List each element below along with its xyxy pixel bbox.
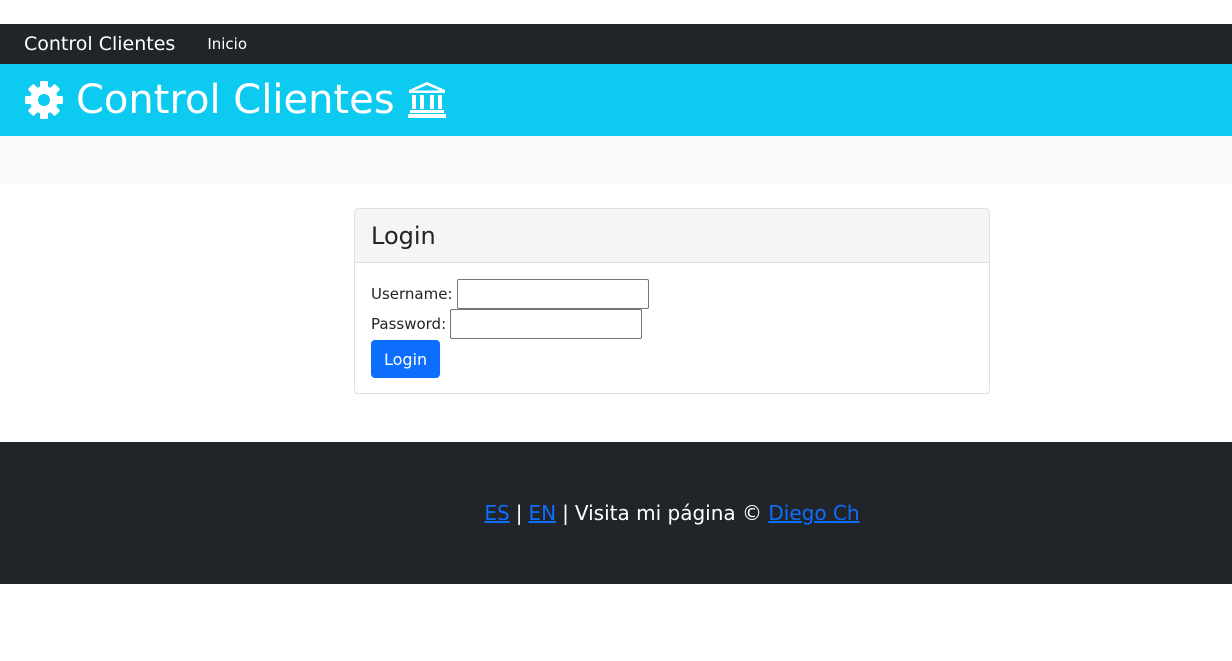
gear-icon: [24, 80, 64, 120]
page-header: Control Clientes: [0, 64, 1232, 136]
password-label: Password:: [371, 315, 447, 333]
login-card-header: Login: [355, 209, 989, 263]
username-row: Username:: [371, 279, 973, 309]
footer: ES | EN | Visita mi página © Diego Ch: [0, 442, 1232, 584]
nav-link-inicio[interactable]: Inicio: [207, 35, 247, 53]
username-input[interactable]: [456, 279, 649, 309]
bottom-spacer: [0, 584, 1232, 661]
login-card-body: Username: Password: Login: [355, 263, 989, 378]
footer-text: ES | EN | Visita mi página © Diego Ch: [484, 501, 859, 525]
login-button[interactable]: Login: [371, 340, 441, 378]
login-form: Username: Password: Login: [371, 279, 973, 378]
bank-icon: [407, 81, 447, 119]
footer-separator: |: [562, 501, 569, 525]
language-en-link[interactable]: EN: [529, 501, 557, 525]
footer-visit-text: Visita mi página ©: [574, 501, 762, 525]
navbar-brand-link[interactable]: Control Clientes: [24, 33, 175, 55]
password-input[interactable]: [450, 309, 643, 339]
page-title: Control Clientes: [76, 77, 395, 123]
password-row: Password:: [371, 309, 973, 339]
main-content: Login Username: Password: Login: [0, 184, 1232, 442]
top-spacer: [0, 0, 1232, 24]
login-card: Login Username: Password: Login: [354, 208, 990, 394]
language-es-link[interactable]: ES: [484, 501, 509, 525]
username-label: Username:: [371, 285, 453, 303]
navbar: Control Clientes Inicio: [0, 24, 1232, 64]
sub-header-bar: [0, 136, 1232, 184]
login-card-title: Login: [371, 221, 436, 250]
author-link[interactable]: Diego Ch: [768, 501, 859, 525]
footer-separator: |: [515, 501, 523, 525]
